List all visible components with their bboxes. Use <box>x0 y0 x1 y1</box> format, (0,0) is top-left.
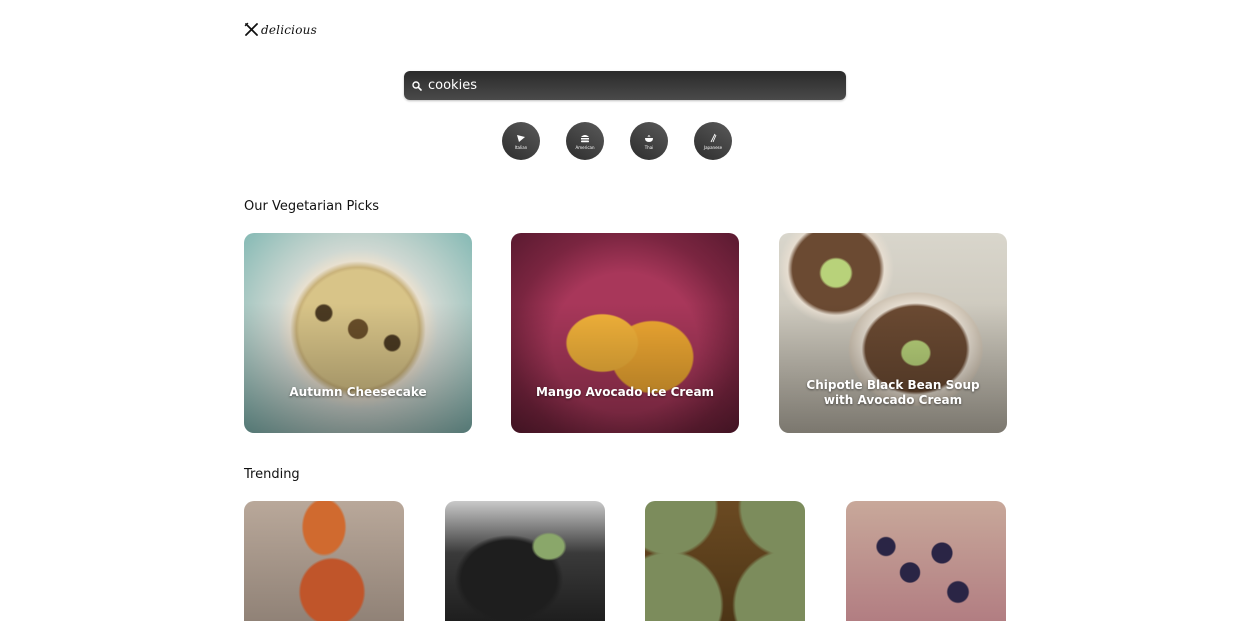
fork-knife-cross-icon <box>244 22 259 37</box>
bowl-icon <box>644 132 654 144</box>
search-icon <box>412 80 422 91</box>
recipe-card-mango-avocado-ice-cream[interactable]: Mango Avocado Ice Cream <box>511 233 739 433</box>
pizza-icon <box>516 132 526 144</box>
logo-text: delicious <box>261 22 317 37</box>
vegetarian-section-title: Our Vegetarian Picks <box>244 199 380 214</box>
recipe-card-title: Mango Avocado Ice Cream <box>535 385 715 399</box>
cuisine-japanese-button[interactable]: Japanese <box>694 122 732 160</box>
trending-card[interactable] <box>846 501 1006 621</box>
recipe-card-autumn-cheesecake[interactable]: Autumn Cheesecake <box>244 233 472 433</box>
burger-icon <box>580 132 590 144</box>
cuisine-label: Japanese <box>703 145 723 150</box>
recipe-card-chipotle-black-bean-soup[interactable]: Chipotle Black Bean Soup with Avocado Cr… <box>779 233 1007 433</box>
search-bar[interactable] <box>404 71 846 100</box>
cuisine-label: American <box>575 145 595 150</box>
logo[interactable]: delicious <box>244 22 317 37</box>
trending-section-title: Trending <box>244 467 300 482</box>
search-input[interactable] <box>428 78 846 93</box>
trending-card[interactable] <box>244 501 404 621</box>
cuisine-thai-button[interactable]: Thai <box>630 122 668 160</box>
cuisine-label: Italian <box>514 145 528 150</box>
recipe-home-page: delicious Italian American <box>0 0 1253 621</box>
trending-card[interactable] <box>445 501 605 621</box>
cuisine-american-button[interactable]: American <box>566 122 604 160</box>
recipe-card-title: Chipotle Black Bean Soup with Avocado Cr… <box>806 378 980 407</box>
cuisine-italian-button[interactable]: Italian <box>502 122 540 160</box>
cuisine-label: Thai <box>644 145 654 150</box>
trending-card[interactable] <box>645 501 805 621</box>
chopsticks-icon <box>708 132 718 144</box>
recipe-card-title: Autumn Cheesecake <box>289 385 427 399</box>
